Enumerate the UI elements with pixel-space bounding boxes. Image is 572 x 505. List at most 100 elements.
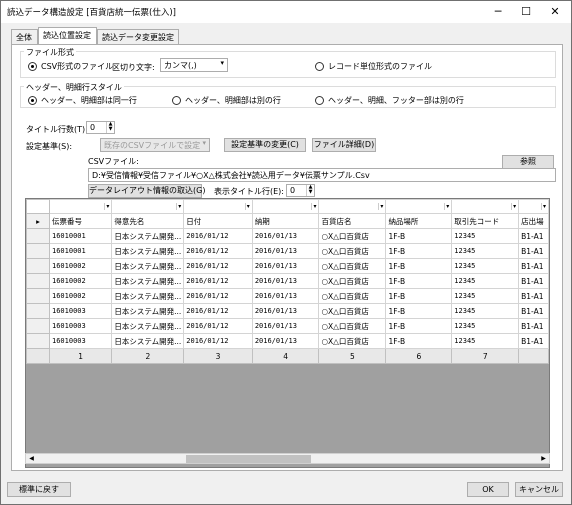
column-header[interactable]: 得意先名 xyxy=(111,213,185,229)
horizontal-scrollbar[interactable]: ◀ ▶ xyxy=(25,453,550,464)
row-header[interactable] xyxy=(26,243,50,259)
table-cell[interactable]: 日本システム開発... xyxy=(111,318,185,334)
column-filter[interactable]: ▾ xyxy=(518,199,549,214)
table-cell[interactable]: B1-A1 xyxy=(518,273,549,289)
table-cell[interactable]: 16010003 xyxy=(48,333,113,349)
row-header[interactable] xyxy=(26,318,50,334)
same-line-radio[interactable]: ヘッダー、明細部は同一行 xyxy=(28,95,137,106)
table-cell[interactable]: B1-A1 xyxy=(518,303,549,319)
column-header[interactable]: 納期 xyxy=(251,213,320,229)
table-cell[interactable]: 12345 xyxy=(451,258,520,274)
row-header[interactable] xyxy=(26,258,50,274)
ok-button[interactable]: OK xyxy=(467,482,509,497)
table-cell[interactable]: 16010003 xyxy=(48,318,113,334)
table-cell[interactable]: 日本システム開発... xyxy=(111,228,185,244)
table-cell[interactable]: ○X△口百貨店 xyxy=(318,288,387,304)
chevron-down-icon[interactable]: ▾ xyxy=(311,203,316,210)
table-row[interactable]: 16010001 日本システム開発... 2016/01/12 2016/01/13 ○… xyxy=(26,228,549,244)
table-cell[interactable]: 2016/01/12 xyxy=(183,258,253,274)
table-cell[interactable]: 12345 xyxy=(451,303,520,319)
column-filter[interactable]: ▾ xyxy=(183,199,253,214)
column-filter[interactable]: ▾ xyxy=(48,199,113,214)
table-cell[interactable]: 1F-B xyxy=(385,258,453,274)
column-header[interactable]: 納品場所 xyxy=(385,213,453,229)
row-header[interactable] xyxy=(26,303,50,319)
csv-format-radio[interactable]: CSV形式のファイル xyxy=(28,61,113,72)
table-cell[interactable]: 2016/01/12 xyxy=(183,333,253,349)
row-header[interactable] xyxy=(26,273,50,289)
table-cell[interactable]: ○X△口百貨店 xyxy=(318,273,387,289)
table-cell[interactable]: B1-A1 xyxy=(518,333,549,349)
column-filter[interactable]: ▾ xyxy=(451,199,520,214)
table-cell[interactable]: B1-A1 xyxy=(518,243,549,259)
scroll-right-icon[interactable]: ▶ xyxy=(538,454,549,463)
table-cell[interactable]: ○X△口百貨店 xyxy=(318,303,387,319)
spinner-arrows-icon[interactable]: ▲ ▼ xyxy=(306,185,314,196)
table-cell[interactable]: 1F-B xyxy=(385,333,453,349)
column-filter[interactable]: ▾ xyxy=(318,199,387,214)
scrollbar-thumb[interactable] xyxy=(186,455,311,463)
tab-data-change[interactable]: 読込データ変更設定 xyxy=(97,29,179,44)
table-cell[interactable]: 16010002 xyxy=(48,258,113,274)
table-cell[interactable]: 日本システム開発... xyxy=(111,258,185,274)
column-header[interactable]: 取引先コード xyxy=(451,213,520,229)
table-cell[interactable]: ○X△口百貨店 xyxy=(318,243,387,259)
table-cell[interactable]: 2016/01/13 xyxy=(251,303,320,319)
table-cell[interactable]: 日本システム開発... xyxy=(111,303,185,319)
table-cell[interactable]: 16010003 xyxy=(48,303,113,319)
table-cell[interactable]: B1-A1 xyxy=(518,288,549,304)
close-button[interactable]: ✕ xyxy=(540,1,570,23)
table-cell[interactable]: 2016/01/12 xyxy=(183,243,253,259)
table-cell[interactable]: 日本システム開発... xyxy=(111,288,185,304)
table-cell[interactable]: 1F-B xyxy=(385,243,453,259)
browse-button[interactable]: 参照 xyxy=(502,155,554,169)
table-cell[interactable]: 1F-B xyxy=(385,288,453,304)
column-filter[interactable]: ▾ xyxy=(251,199,320,214)
table-cell[interactable]: 2016/01/13 xyxy=(251,288,320,304)
table-cell[interactable]: ○X△口百貨店 xyxy=(318,228,387,244)
table-cell[interactable]: 12345 xyxy=(451,318,520,334)
table-row[interactable]: 16010002 日本システム開発... 2016/01/12 2016/01/13 ○… xyxy=(26,258,549,274)
column-header[interactable]: 伝票番号 xyxy=(48,213,113,229)
separate-line-radio[interactable]: ヘッダー、明細部は別の行 xyxy=(172,95,281,106)
table-cell[interactable]: 16010002 xyxy=(48,288,113,304)
table-cell[interactable]: 16010002 xyxy=(48,273,113,289)
import-layout-button[interactable]: データレイアウト情報の取込(G) xyxy=(88,184,205,198)
chevron-down-icon[interactable]: ▾ xyxy=(104,203,109,210)
cancel-button[interactable]: キャンセル xyxy=(515,482,563,497)
row-header[interactable] xyxy=(26,228,50,244)
table-cell[interactable]: 12345 xyxy=(451,228,520,244)
table-cell[interactable]: 2016/01/12 xyxy=(183,273,253,289)
table-cell[interactable]: 日本システム開発... xyxy=(111,333,185,349)
table-cell[interactable]: ○X△口百貨店 xyxy=(318,333,387,349)
table-row[interactable]: 16010003 日本システム開発... 2016/01/12 2016/01/13 ○… xyxy=(26,333,549,349)
file-detail-button[interactable]: ファイル詳細(D) xyxy=(312,138,376,152)
table-cell[interactable]: 2016/01/13 xyxy=(251,273,320,289)
table-cell[interactable]: 2016/01/12 xyxy=(183,288,253,304)
chevron-down-icon[interactable]: ▾ xyxy=(176,203,181,210)
tab-read-position[interactable]: 読込位置設定 xyxy=(38,27,97,44)
table-row[interactable]: 16010002 日本システム開発... 2016/01/12 2016/01/13 ○… xyxy=(26,273,549,289)
reset-default-button[interactable]: 標準に戻す xyxy=(7,482,71,497)
table-cell[interactable]: 2016/01/12 xyxy=(183,318,253,334)
scroll-left-icon[interactable]: ◀ xyxy=(26,454,37,463)
data-grid[interactable]: ▾ ▾ ▾ ▾ ▾ ▾ ▾ ▾ ▸ 伝票番号 得意先名 日付 納期 百貨店名 納品場所 取引先コード 店出場 16… xyxy=(25,198,550,468)
table-cell[interactable]: B1-A1 xyxy=(518,228,549,244)
table-cell[interactable]: 2016/01/13 xyxy=(251,258,320,274)
column-header[interactable]: 百貨店名 xyxy=(318,213,387,229)
record-format-radio[interactable]: レコード単位形式のファイル xyxy=(315,61,432,72)
column-header[interactable]: 日付 xyxy=(183,213,253,229)
change-standard-button[interactable]: 設定基準の変更(C) xyxy=(224,138,306,152)
table-cell[interactable]: 12345 xyxy=(451,333,520,349)
table-cell[interactable]: 12345 xyxy=(451,288,520,304)
row-header[interactable] xyxy=(26,333,50,349)
table-cell[interactable]: 2016/01/13 xyxy=(251,318,320,334)
table-cell[interactable]: 16010001 xyxy=(48,228,113,244)
title-rows-spinner[interactable]: 0 ▲ ▼ xyxy=(86,121,115,134)
table-cell[interactable]: 2016/01/13 xyxy=(251,228,320,244)
maximize-button[interactable]: ☐ xyxy=(511,1,541,23)
table-row[interactable]: 16010003 日本システム開発... 2016/01/12 2016/01/13 ○… xyxy=(26,318,549,334)
table-cell[interactable]: B1-A1 xyxy=(518,318,549,334)
chevron-down-icon[interactable]: ▾ xyxy=(511,203,516,210)
table-cell[interactable]: 1F-B xyxy=(385,273,453,289)
